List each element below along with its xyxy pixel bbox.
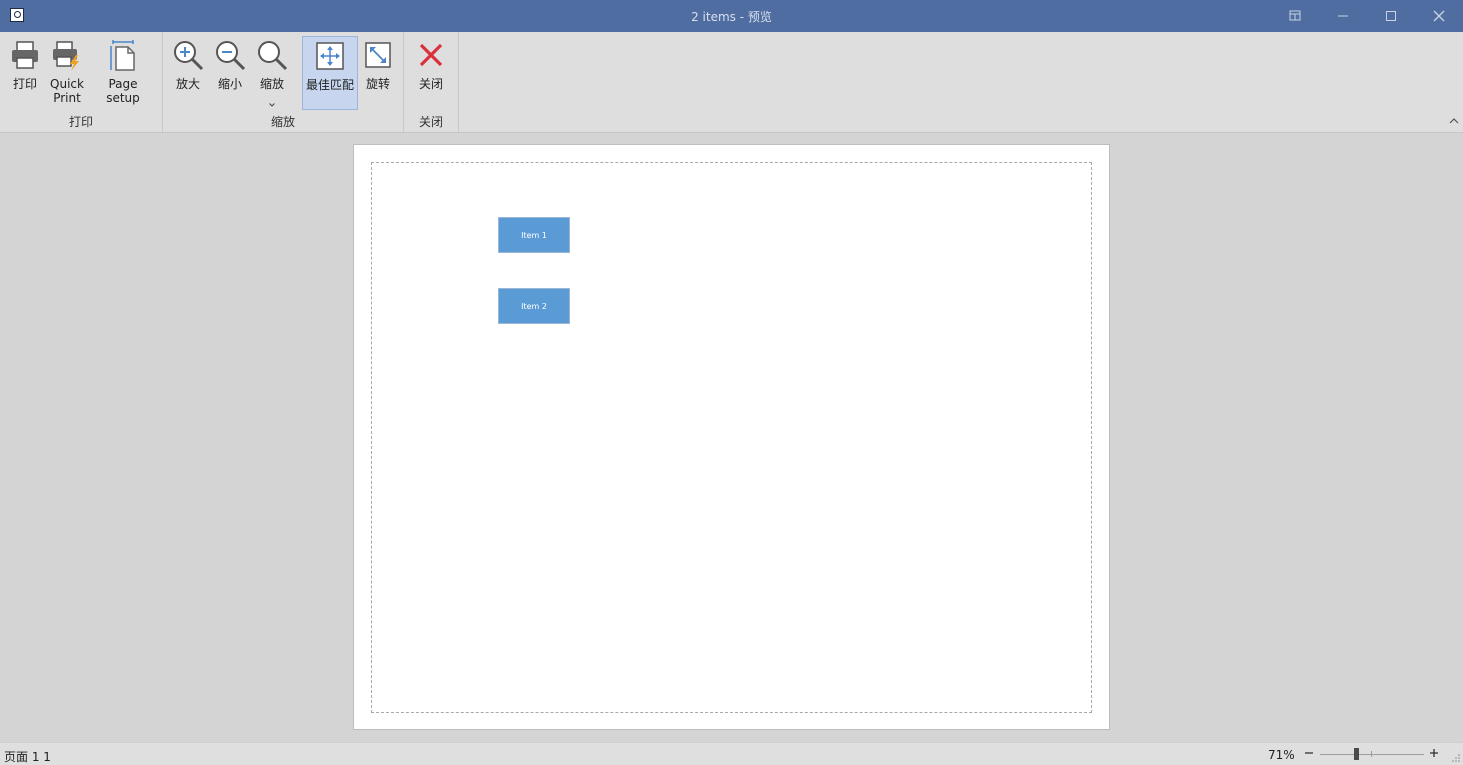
zoom-slider-center-tick	[1371, 751, 1372, 757]
zoom-level: 71%	[1268, 748, 1295, 762]
zoom-in-icon	[174, 41, 204, 71]
zoom-group: 放大 缩小 缩放 最佳匹配 旋转 缩放	[163, 32, 404, 132]
zoom-in-button[interactable]: 放大	[168, 36, 208, 110]
status-bar: 页面 1 1 71%	[0, 742, 1463, 765]
close-group-label: 关闭	[418, 115, 443, 129]
preview-item-2: Item 2	[498, 288, 570, 324]
close-group: 关闭 关闭	[404, 32, 459, 132]
zoom-group-label: 缩放	[270, 115, 295, 129]
close-label: 关闭	[418, 77, 443, 91]
window-title: 2 items - 预览	[691, 10, 772, 24]
zoom-in-small-icon[interactable]	[1428, 747, 1440, 759]
title-bar: 2 items - 预览	[0, 0, 1463, 32]
best-fit-button[interactable]: 最佳匹配	[302, 36, 358, 110]
zoom-out-icon	[216, 41, 246, 71]
page-info: 页面 1 1	[4, 750, 51, 764]
printer-icon	[12, 41, 38, 69]
collapse-ribbon-icon[interactable]	[1449, 116, 1459, 126]
ribbon-display-options-button[interactable]	[1271, 0, 1319, 32]
zoom-label: 缩放	[259, 77, 284, 91]
page-setup-button[interactable]: Page setup	[90, 36, 156, 110]
rotate-icon	[365, 42, 391, 68]
print-button[interactable]: 打印	[5, 36, 45, 110]
zoom-dropdown-button[interactable]: 缩放	[252, 36, 292, 110]
quick-print-icon	[53, 41, 79, 71]
page-setup-label: Page setup	[106, 77, 140, 105]
ribbon-options-icon	[1289, 10, 1301, 21]
maximize-icon	[1386, 11, 1396, 21]
preview-page: Item 1 Item 2	[353, 144, 1110, 730]
page-setup-icon	[110, 40, 135, 71]
preview-item-1: Item 1	[498, 217, 570, 253]
print-label: 打印	[12, 77, 37, 91]
zoom-slider-track[interactable]	[1320, 754, 1424, 755]
preview-area[interactable]: Item 1 Item 2	[0, 133, 1463, 742]
zoom-in-label: 放大	[175, 77, 200, 91]
rotate-label: 旋转	[365, 77, 390, 91]
maximize-button[interactable]	[1367, 0, 1415, 32]
print-group: 打印 Quick Print Page setup 打印	[0, 32, 163, 132]
close-red-x-icon	[419, 43, 443, 67]
print-group-label: 打印	[68, 115, 93, 129]
minimize-icon	[1338, 15, 1348, 17]
chevron-down-icon	[269, 103, 275, 107]
best-fit-icon	[316, 42, 344, 70]
close-window-button[interactable]	[1415, 0, 1463, 32]
close-preview-button[interactable]: 关闭	[410, 36, 452, 110]
zoom-slider-thumb[interactable]	[1354, 748, 1359, 760]
page-margin-guide	[371, 162, 1092, 713]
close-icon	[1433, 10, 1445, 22]
resize-grip-icon[interactable]	[1451, 753, 1461, 763]
minimize-button[interactable]	[1319, 0, 1367, 32]
quick-print-button[interactable]: Quick Print	[46, 36, 88, 110]
magnifier-icon	[258, 41, 288, 71]
best-fit-label: 最佳匹配	[305, 78, 354, 92]
zoom-out-button[interactable]: 缩小	[210, 36, 250, 110]
quick-print-label: Quick Print	[50, 77, 84, 105]
zoom-out-label: 缩小	[217, 77, 242, 91]
zoom-out-small-icon[interactable]	[1303, 747, 1315, 759]
ribbon: 打印 Quick Print Page setup 打印 放大 缩小 缩放 最佳…	[0, 32, 1463, 133]
rotate-button[interactable]: 旋转	[360, 36, 396, 110]
